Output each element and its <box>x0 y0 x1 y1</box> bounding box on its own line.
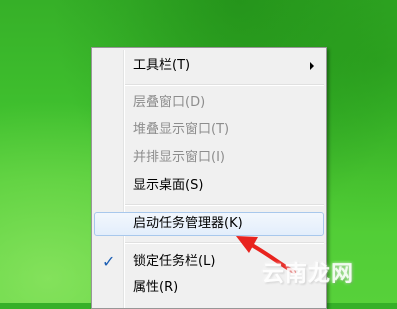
menu-item-label: 启动任务管理器(K) <box>133 216 243 231</box>
menu-item-toolbars[interactable]: 工具栏(T) <box>94 54 324 78</box>
menu-item-side-by-side-windows[interactable]: 并排显示窗口(I) <box>94 146 324 170</box>
menu-item-label: 属性(R) <box>133 280 179 295</box>
menu-item-label: 层叠窗口(D) <box>133 95 206 110</box>
watermark: 云南龙网 <box>262 262 355 287</box>
menu-item-label: 堆叠显示窗口(T) <box>133 122 230 137</box>
menu-item-cascade-windows[interactable]: 层叠窗口(D) <box>94 91 324 115</box>
menu-separator <box>125 84 324 86</box>
check-icon: ✓ <box>102 252 116 271</box>
menu-item-label: 锁定任务栏(L) <box>133 254 216 269</box>
menu-item-stacked-windows[interactable]: 堆叠显示窗口(T) <box>94 118 324 142</box>
menu-item-label: 显示桌面(S) <box>133 178 204 193</box>
menu-item-show-desktop[interactable]: 显示桌面(S) <box>94 174 324 198</box>
submenu-arrow-icon <box>310 62 314 70</box>
menu-item-label: 工具栏(T) <box>133 58 191 73</box>
menu-separator <box>125 204 324 206</box>
menu-item-label: 并排显示窗口(I) <box>133 150 225 165</box>
